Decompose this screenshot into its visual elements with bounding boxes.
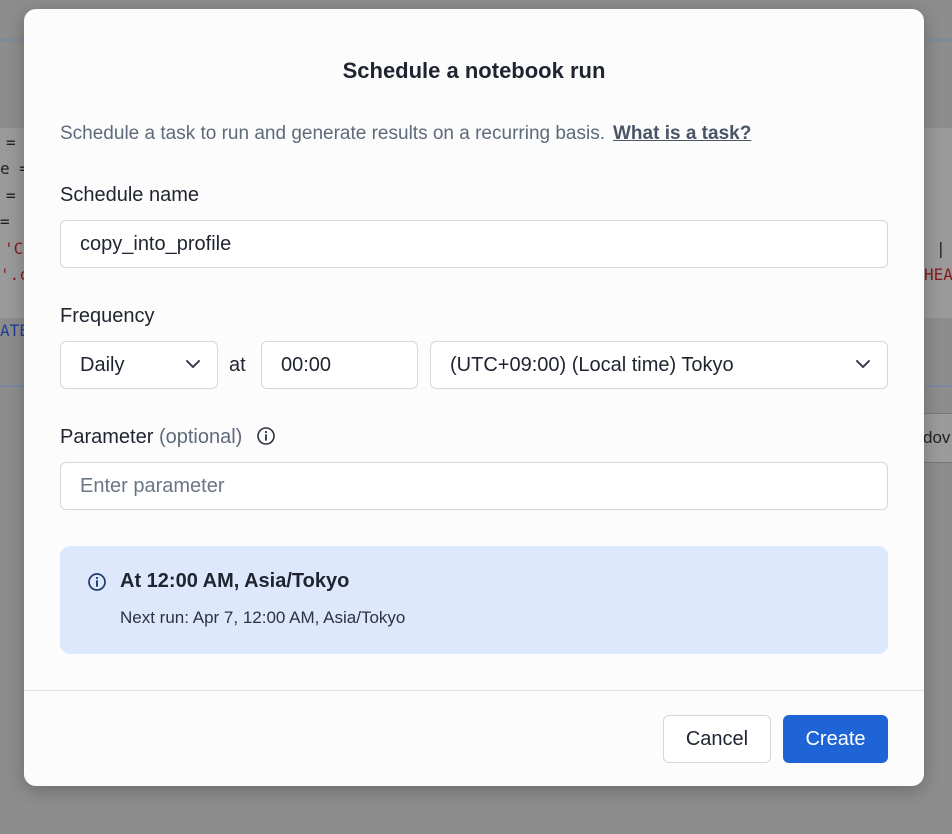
dialog-description: Schedule a task to run and generate resu… [60,123,751,145]
summary-headline: At 12:00 AM, Asia/Tokyo [120,570,350,592]
code-fragment: | [936,239,946,258]
timezone-select[interactable]: (UTC+09:00) (Local time) Tokyo [430,341,888,389]
time-value: 00:00 [281,354,332,376]
code-fragment: 'C [4,239,24,258]
frequency-interval-select[interactable]: Daily [60,341,218,389]
timezone-value: (UTC+09:00) (Local time) Tokyo [450,354,734,376]
code-fragment: = [6,186,16,205]
chevron-down-icon [856,360,870,368]
next-run-text: Next run: Apr 7, 12:00 AM, Asia/Tokyo [120,608,406,627]
schedule-dialog: Schedule a notebook run Schedule a task … [24,9,924,786]
frequency-interval-value: Daily [80,354,125,376]
what-is-a-task-link[interactable]: What is a task? [613,123,751,144]
optional-tag: (optional) [158,426,243,448]
create-button[interactable]: Create [783,715,888,763]
schedule-summary-box: At 12:00 AM, Asia/Tokyo Next run: Apr 7,… [60,546,888,654]
schedule-name-label: Schedule name [60,184,199,206]
schedule-name-value: copy_into_profile [80,233,232,255]
chevron-down-icon [186,360,200,368]
frequency-label: Frequency [60,305,155,327]
info-icon[interactable] [256,426,276,446]
cancel-button[interactable]: Cancel [663,715,771,763]
dialog-title: Schedule a notebook run [342,58,606,83]
footer-divider [24,690,924,691]
parameter-label-text: Parameter [60,426,154,448]
parameter-label: Parameter (optional) [60,426,276,449]
schedule-name-input[interactable]: copy_into_profile [60,220,888,268]
code-fragment: HEA [924,265,952,284]
info-icon [88,573,106,591]
time-input[interactable]: 00:00 [261,341,418,389]
parameter-placeholder: Enter parameter [80,475,225,497]
code-fragment: = [0,212,10,231]
parameter-input[interactable]: Enter parameter [60,462,888,510]
code-fragment: = [6,133,16,152]
at-label: at [229,354,246,376]
description-text: Schedule a task to run and generate resu… [60,123,605,144]
